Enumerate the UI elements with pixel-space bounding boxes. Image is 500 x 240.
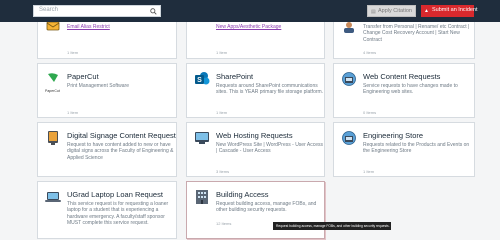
svg-text:S: S bbox=[197, 77, 202, 84]
card-description: Requests related to the Products and Eve… bbox=[363, 142, 470, 155]
top-navigation-bar: Search ▤ Apply Citation ▲ Submit an Inci… bbox=[0, 0, 500, 22]
contract-links[interactable]: Transfer from Personal | Rename/ etc Con… bbox=[363, 24, 471, 43]
item-count: 1 Item bbox=[216, 50, 228, 55]
building-icon bbox=[196, 190, 208, 204]
papercut-logo-text: PaperCut bbox=[45, 89, 60, 93]
item-count: 1 Item bbox=[67, 110, 79, 115]
card-description: Request to have content added to new or … bbox=[67, 142, 174, 161]
item-count: 0 Items bbox=[363, 110, 377, 115]
card-description: This service request is for requesting a… bbox=[67, 201, 169, 227]
web-hosting-card[interactable]: Web Hosting Requests New WordPress Site … bbox=[186, 122, 325, 177]
submit-incident-button[interactable]: ▲ Submit an Incident bbox=[421, 5, 478, 17]
engineering-store-card[interactable]: Engineering Store Requests related to th… bbox=[333, 122, 475, 177]
person-icon bbox=[344, 22, 354, 33]
digital-signage-card[interactable]: Digital Signage Content Request Request … bbox=[37, 122, 177, 177]
web-hosting-icon bbox=[195, 132, 209, 144]
contract-card[interactable]: Transfer from Personal | Rename/ etc Con… bbox=[333, 22, 475, 59]
search-icon[interactable] bbox=[150, 8, 157, 15]
envelope-icon bbox=[46, 22, 60, 31]
card-title[interactable]: Web Content Requests bbox=[363, 72, 440, 81]
submit-incident-label: Submit an Incident bbox=[432, 7, 478, 13]
item-count: 1 Item bbox=[216, 110, 228, 115]
item-count: 4 Items bbox=[363, 50, 377, 55]
card-description: Requests around SharePoint communication… bbox=[216, 83, 324, 96]
card-title[interactable]: Web Hosting Requests bbox=[216, 131, 293, 140]
laptop-loan-card[interactable]: UGrad Laptop Loan Request This service r… bbox=[37, 181, 177, 239]
card-title[interactable]: Engineering Store bbox=[363, 131, 423, 140]
tooltip: Request building access, manage FOBs, an… bbox=[273, 222, 391, 230]
sharepoint-icon: S bbox=[195, 72, 210, 85]
search-placeholder: Search bbox=[39, 7, 59, 13]
card-title[interactable]: SharePoint bbox=[216, 72, 253, 81]
web-content-card[interactable]: Web Content Requests Service requests to… bbox=[333, 63, 475, 118]
web-content-icon bbox=[342, 72, 356, 86]
building-access-card[interactable]: Building Access Request building access,… bbox=[186, 181, 325, 239]
item-count: 12 Items bbox=[216, 221, 232, 226]
card-description: Print Management Software bbox=[67, 83, 129, 89]
apps-package-card[interactable]: New Apps/Aesthetic Package 1 Item bbox=[186, 22, 325, 59]
papercut-card[interactable]: PaperCut PaperCut Print Management Softw… bbox=[37, 63, 177, 118]
engineering-store-icon bbox=[342, 131, 356, 145]
card-description: New WordPress Site | WordPress - User Ac… bbox=[216, 142, 323, 155]
sharepoint-card[interactable]: S SharePoint Requests around SharePoint … bbox=[186, 63, 325, 118]
email-link[interactable]: Email Alias Restrict bbox=[67, 24, 175, 30]
warning-icon: ▲ bbox=[424, 8, 429, 14]
document-icon: ▤ bbox=[371, 9, 376, 15]
card-title[interactable]: Building Access bbox=[216, 190, 269, 199]
apps-package-link[interactable]: New Apps/Aesthetic Package bbox=[216, 24, 324, 30]
apply-citation-button[interactable]: ▤ Apply Citation bbox=[367, 5, 416, 17]
papercut-icon: PaperCut bbox=[45, 71, 61, 93]
item-count: 1 Item bbox=[363, 169, 375, 174]
laptop-icon bbox=[45, 192, 61, 202]
card-description: Service requests to have changes made to… bbox=[363, 83, 458, 96]
card-title[interactable]: Digital Signage Content Request bbox=[67, 131, 176, 140]
item-count: 3 Items bbox=[216, 169, 230, 174]
email-card[interactable]: Email Alias Restrict 1 Item bbox=[37, 22, 177, 59]
item-count: 1 Item bbox=[67, 50, 79, 55]
apply-citation-label: Apply Citation bbox=[378, 8, 412, 14]
card-title[interactable]: UGrad Laptop Loan Request bbox=[67, 190, 163, 199]
card-description: Request building access, manage FOBs, an… bbox=[216, 201, 317, 214]
search-input[interactable]: Search bbox=[33, 5, 161, 17]
card-title[interactable]: PaperCut bbox=[67, 72, 99, 81]
digital-signage-icon bbox=[48, 131, 58, 145]
